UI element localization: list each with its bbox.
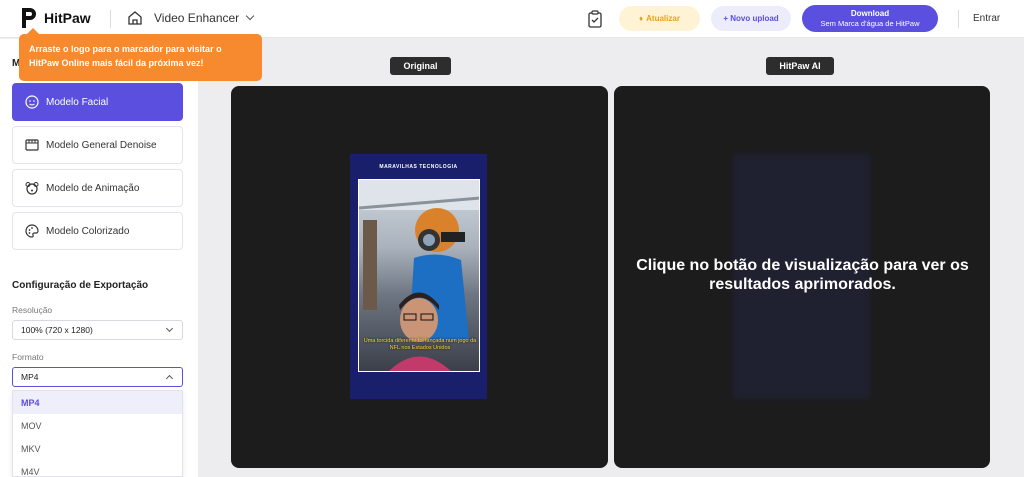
- resolution-select[interactable]: 100% (720 x 1280): [12, 320, 183, 340]
- chevron-down-icon: [165, 324, 174, 333]
- original-preview-panel: MARAVILHAS TECNOLOGIA Uma torcida difere…: [231, 86, 608, 468]
- model-label: Modelo General Denoise: [46, 139, 157, 151]
- original-tag: Original: [390, 57, 451, 75]
- bookmark-tooltip: Arraste o logo para o marcador para visi…: [19, 28, 262, 81]
- model-label: Modelo Colorizado: [46, 225, 130, 237]
- format-label: Formato: [12, 352, 44, 362]
- model-animation[interactable]: Modelo de Animação: [12, 169, 183, 207]
- model-colorized[interactable]: Modelo Colorizado: [12, 212, 183, 250]
- upgrade-label: Atualizar: [646, 14, 680, 23]
- model-facial[interactable]: Modelo Facial: [12, 83, 183, 121]
- new-upload-label: + Novo upload: [723, 14, 779, 23]
- brand-name: HitPaw: [44, 10, 91, 26]
- tool-name: Video Enhancer: [154, 11, 240, 25]
- face-icon: [25, 95, 39, 109]
- format-option-mkv[interactable]: MKV: [13, 437, 182, 460]
- format-option-mov[interactable]: MOV: [13, 414, 182, 437]
- top-bar: HitPaw Video Enhancer ♦ Atualizar + Novo…: [0, 0, 1024, 38]
- divider: [110, 10, 111, 28]
- original-video-frame: MARAVILHAS TECNOLOGIA Uma torcida difere…: [350, 154, 487, 399]
- hitpaw-logo-icon: [22, 8, 36, 28]
- new-upload-button[interactable]: + Novo upload: [711, 6, 791, 31]
- film-icon: [25, 138, 39, 152]
- format-option-mp4[interactable]: MP4: [13, 391, 182, 414]
- ai-preview-panel[interactable]: Clique no botão de visualização para ver…: [614, 86, 990, 468]
- home-icon[interactable]: [127, 10, 143, 26]
- palette-icon: [25, 224, 39, 238]
- download-button[interactable]: Download Sem Marca d'água de HitPaw: [802, 5, 938, 32]
- download-subtitle: Sem Marca d'água de HitPaw: [820, 19, 920, 28]
- bear-icon: [25, 181, 39, 195]
- model-label: Modelo Facial: [46, 96, 109, 108]
- diamond-icon: ♦: [639, 14, 644, 23]
- download-title: Download: [850, 9, 890, 18]
- chevron-down-icon: [245, 11, 255, 21]
- model-general-denoise[interactable]: Modelo General Denoise: [12, 126, 183, 164]
- upgrade-button[interactable]: ♦ Atualizar: [619, 6, 700, 31]
- export-settings-title: Configuração de Exportação: [12, 280, 149, 291]
- task-list-icon[interactable]: [587, 10, 603, 28]
- video-subtitle: Uma torcida diferente foi lançada num jo…: [363, 338, 477, 351]
- format-value: MP4: [21, 372, 39, 382]
- login-link[interactable]: Entrar: [973, 13, 1000, 24]
- format-select[interactable]: MP4: [12, 367, 183, 387]
- hitpaw-logo[interactable]: HitPaw: [20, 6, 91, 30]
- resolution-value: 100% (720 x 1280): [21, 325, 93, 335]
- tool-selector[interactable]: Video Enhancer: [154, 11, 255, 25]
- divider: [958, 10, 959, 28]
- video-content: Uma torcida diferente foi lançada num jo…: [358, 179, 480, 372]
- hitpaw-ai-tag: HitPaw AI: [766, 57, 834, 75]
- model-label: Modelo de Animação: [46, 182, 140, 194]
- chevron-up-icon: [165, 374, 174, 383]
- format-dropdown: MP4 MOV MKV M4V: [12, 390, 183, 477]
- preview-instruction: Clique no botão de visualização para ver…: [636, 257, 969, 293]
- resolution-label: Resolução: [12, 305, 53, 315]
- video-title: MARAVILHAS TECNOLOGIA: [379, 164, 458, 170]
- format-option-m4v[interactable]: M4V: [13, 460, 182, 477]
